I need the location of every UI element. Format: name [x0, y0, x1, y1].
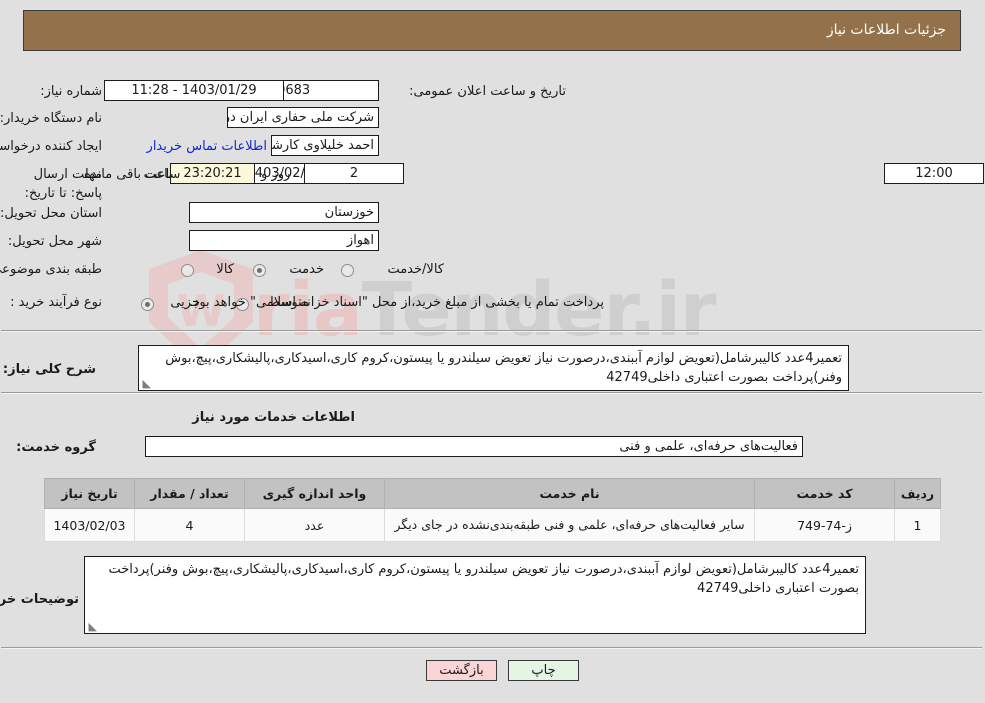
city-value: اهواز [190, 230, 380, 251]
cell-need-date: 1403/02/03 [45, 507, 136, 543]
radio-category-kala-khedmat[interactable] [342, 264, 355, 277]
general-desc-value: تعمیر4عدد کالیبرشامل(تعویض لوازم آببندی،… [166, 351, 843, 385]
announce-datetime-value: 1403/01/29 - 11:28 [105, 80, 285, 101]
page-root: W riaTender.ir جزئیات اطلاعات نیاز شماره… [0, 0, 985, 703]
province-label: استان محل تحویل: [1, 206, 103, 221]
column-header-unit: واحد اندازه گیری [245, 478, 386, 509]
column-header-quantity: تعداد / مقدار [135, 478, 246, 509]
remaining-days-label: روز و [262, 167, 292, 182]
process-label: نوع فرآیند خرید : [11, 295, 103, 310]
radio-category-kala-khedmat-label: کالا/خدمت [388, 262, 445, 277]
province-value: خوزستان [190, 202, 380, 223]
buyer-notes-value: تعمیر4عدد کالیبرشامل(تعویض لوازم آببندی،… [109, 562, 860, 596]
back-button[interactable]: بازگشت [427, 660, 498, 681]
divider-bottom [2, 647, 983, 649]
column-header-service-name: نام خدمت [385, 478, 756, 509]
radio-category-khedmat-label: خدمت [290, 262, 325, 277]
remaining-time-label: ساعت باقی مانده [85, 167, 182, 182]
cell-quantity: 4 [135, 507, 246, 543]
requester-value: احمد خلیلاوی کارشناس مالی(تنخواه گردان) … [272, 135, 380, 156]
service-group-value: فعالیت‌های حرفه‌ای، علمی و فنی [146, 436, 804, 457]
deadline-hour-value: 12:00 [885, 163, 985, 184]
services-table: ردیف کد خدمت نام خدمت واحد اندازه گیری ت… [45, 478, 942, 543]
buyer-notes-label: توضیحات خریدار: [0, 592, 80, 607]
column-header-need-date: تاریخ نیاز [45, 478, 136, 509]
remaining-time-value: 23:20:21 [171, 163, 256, 184]
radio-process-jozee[interactable] [142, 298, 155, 311]
payment-note: پرداخت تمام یا بخشی از مبلغ خرید،از محل … [190, 295, 605, 310]
services-section-title: اطلاعات خدمات مورد نیاز [193, 410, 356, 425]
cell-unit: عدد [245, 507, 386, 543]
buyer-contact-link[interactable]: اطلاعات تماس خریدار [148, 139, 268, 154]
general-desc-label: شرح کلی نیاز: [3, 362, 97, 377]
header-bar: جزئیات اطلاعات نیاز [24, 10, 962, 51]
print-button[interactable]: چاپ [509, 660, 580, 681]
resize-grip-icon[interactable]: ◣ [142, 378, 152, 389]
city-label: شهر محل تحویل: [8, 234, 103, 249]
divider-top [2, 330, 983, 332]
remaining-days-value: 2 [305, 163, 405, 184]
watermark-text: riaTender.ir [254, 267, 718, 353]
column-header-row: ردیف [895, 478, 942, 509]
buyer-notes-textarea[interactable]: تعمیر4عدد کالیبرشامل(تعویض لوازم آببندی،… [85, 556, 867, 634]
page-title: جزئیات اطلاعات نیاز [827, 22, 947, 38]
category-label: طبقه بندی موضوعی: [0, 262, 103, 277]
cell-row-number: 1 [895, 507, 942, 543]
general-desc-textarea[interactable]: تعمیر4عدد کالیبرشامل(تعویض لوازم آببندی،… [139, 345, 850, 391]
resize-grip-icon-2[interactable]: ◣ [88, 621, 98, 632]
buyer-org-value: شرکت ملی حفاری ایران در استان خوزستان [228, 107, 380, 128]
column-header-service-code: کد خدمت [755, 478, 896, 509]
announce-datetime-label: تاریخ و ساعت اعلان عمومی: [410, 84, 567, 99]
radio-category-khedmat[interactable] [254, 264, 267, 277]
service-group-label: گروه خدمت: [17, 440, 97, 455]
table-row: 1 ز-74-749 سایر فعالیت‌های حرفه‌ای، علمی… [45, 507, 942, 543]
need-number-label: شماره نیاز: [41, 84, 103, 99]
watermark-text-suffix: Tender.ir [362, 267, 718, 353]
radio-category-kala[interactable] [182, 264, 195, 277]
cell-service-code: ز-74-749 [755, 507, 896, 543]
requester-label: ایجاد کننده درخواست: [0, 139, 103, 154]
cell-service-name: سایر فعالیت‌های حرفه‌ای، علمی و فنی طبقه… [385, 507, 756, 543]
buyer-org-label: نام دستگاه خریدار: [0, 111, 103, 126]
table-header-row: ردیف کد خدمت نام خدمت واحد اندازه گیری ت… [45, 478, 942, 509]
radio-category-kala-label: کالا [217, 262, 235, 277]
watermark-text-prefix: ria [254, 267, 364, 353]
divider-middle [2, 392, 983, 394]
